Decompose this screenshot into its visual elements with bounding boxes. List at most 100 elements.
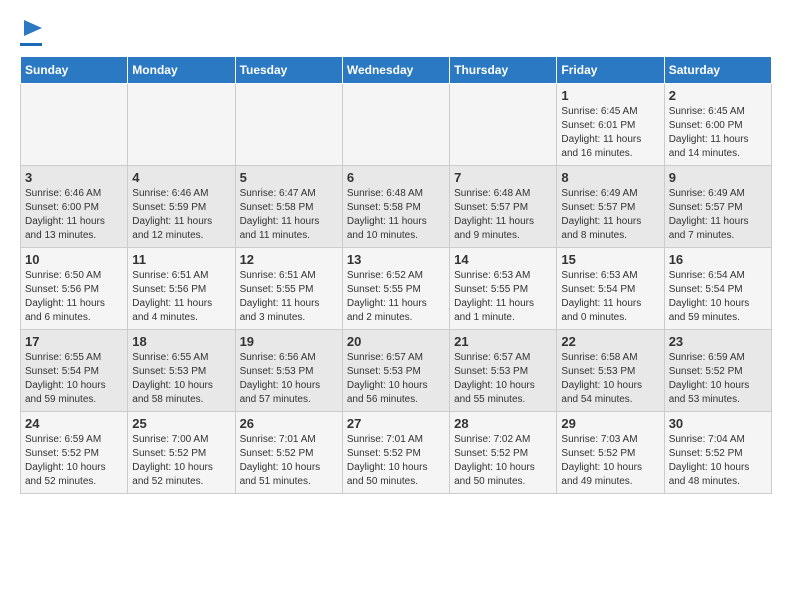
day-info: Sunrise: 6:46 AM Sunset: 5:59 PM Dayligh… xyxy=(132,187,230,243)
day-info: Sunrise: 6:51 AM Sunset: 5:55 PM Dayligh… xyxy=(240,269,338,325)
day-number: 29 xyxy=(561,416,659,431)
calendar-week-row: 24 Sunrise: 6:59 AM Sunset: 5:52 PM Dayli… xyxy=(21,412,772,494)
day-info: Sunrise: 6:50 AM Sunset: 5:56 PM Dayligh… xyxy=(25,269,123,325)
header-friday: Friday xyxy=(557,57,664,84)
day-number: 24 xyxy=(25,416,123,431)
day-info: Sunrise: 7:02 AM Sunset: 5:52 PM Dayligh… xyxy=(454,433,552,489)
page-header xyxy=(20,20,772,46)
calendar-cell: 22 Sunrise: 6:58 AM Sunset: 5:53 PM Dayli… xyxy=(557,330,664,412)
day-number: 18 xyxy=(132,334,230,349)
calendar-cell: 13Sunrise: 6:52 AM Sunset: 5:55 PM Dayli… xyxy=(342,248,449,330)
day-info: Sunrise: 6:54 AM Sunset: 5:54 PM Dayligh… xyxy=(669,269,767,325)
day-number: 1 xyxy=(561,88,659,103)
day-info: Sunrise: 6:58 AM Sunset: 5:53 PM Dayligh… xyxy=(561,351,659,407)
calendar-cell: 27 Sunrise: 7:01 AM Sunset: 5:52 PM Dayli… xyxy=(342,412,449,494)
day-number: 17 xyxy=(25,334,123,349)
day-info: Sunrise: 6:45 AM Sunset: 6:01 PM Dayligh… xyxy=(561,105,659,161)
day-number: 28 xyxy=(454,416,552,431)
calendar-cell: 6 Sunrise: 6:48 AM Sunset: 5:58 PM Daylig… xyxy=(342,166,449,248)
day-info: Sunrise: 6:55 AM Sunset: 5:54 PM Dayligh… xyxy=(25,351,123,407)
day-number: 5 xyxy=(240,170,338,185)
calendar-week-row: 3Sunrise: 6:46 AM Sunset: 6:00 PM Daylig… xyxy=(21,166,772,248)
day-number: 25 xyxy=(132,416,230,431)
calendar-cell: 11Sunrise: 6:51 AM Sunset: 5:56 PM Dayli… xyxy=(128,248,235,330)
day-number: 19 xyxy=(240,334,338,349)
day-number: 16 xyxy=(669,252,767,267)
calendar-cell: 8 Sunrise: 6:49 AM Sunset: 5:57 PM Daylig… xyxy=(557,166,664,248)
day-number: 9 xyxy=(669,170,767,185)
day-number: 22 xyxy=(561,334,659,349)
calendar-cell: 9 Sunrise: 6:49 AM Sunset: 5:57 PM Daylig… xyxy=(664,166,771,248)
header-sunday: Sunday xyxy=(21,57,128,84)
day-info: Sunrise: 6:57 AM Sunset: 5:53 PM Dayligh… xyxy=(454,351,552,407)
day-info: Sunrise: 7:03 AM Sunset: 5:52 PM Dayligh… xyxy=(561,433,659,489)
calendar-week-row: 17 Sunrise: 6:55 AM Sunset: 5:54 PM Dayli… xyxy=(21,330,772,412)
logo-arrow-icon xyxy=(24,20,42,36)
calendar-cell: 17 Sunrise: 6:55 AM Sunset: 5:54 PM Dayli… xyxy=(21,330,128,412)
calendar-cell: 19 Sunrise: 6:56 AM Sunset: 5:53 PM Dayli… xyxy=(235,330,342,412)
day-info: Sunrise: 6:49 AM Sunset: 5:57 PM Dayligh… xyxy=(561,187,659,243)
day-info: Sunrise: 7:01 AM Sunset: 5:52 PM Dayligh… xyxy=(240,433,338,489)
calendar-cell: 10 Sunrise: 6:50 AM Sunset: 5:56 PM Dayli… xyxy=(21,248,128,330)
day-number: 15 xyxy=(561,252,659,267)
day-number: 14 xyxy=(454,252,552,267)
calendar-cell: 2 Sunrise: 6:45 AM Sunset: 6:00 PM Daylig… xyxy=(664,84,771,166)
day-number: 8 xyxy=(561,170,659,185)
calendar-table: SundayMondayTuesdayWednesdayThursdayFrid… xyxy=(20,56,772,494)
calendar-week-row: 1 Sunrise: 6:45 AM Sunset: 6:01 PM Daylig… xyxy=(21,84,772,166)
calendar-cell: 21 Sunrise: 6:57 AM Sunset: 5:53 PM Dayli… xyxy=(450,330,557,412)
day-number: 21 xyxy=(454,334,552,349)
calendar-cell xyxy=(235,84,342,166)
day-info: Sunrise: 6:52 AM Sunset: 5:55 PM Dayligh… xyxy=(347,269,445,325)
day-number: 27 xyxy=(347,416,445,431)
day-info: Sunrise: 6:45 AM Sunset: 6:00 PM Dayligh… xyxy=(669,105,767,161)
logo xyxy=(20,20,42,46)
calendar-cell: 7 Sunrise: 6:48 AM Sunset: 5:57 PM Daylig… xyxy=(450,166,557,248)
calendar-cell: 16 Sunrise: 6:54 AM Sunset: 5:54 PM Dayli… xyxy=(664,248,771,330)
day-number: 2 xyxy=(669,88,767,103)
day-info: Sunrise: 7:04 AM Sunset: 5:52 PM Dayligh… xyxy=(669,433,767,489)
calendar-cell: 20 Sunrise: 6:57 AM Sunset: 5:53 PM Dayli… xyxy=(342,330,449,412)
calendar-header-row: SundayMondayTuesdayWednesdayThursdayFrid… xyxy=(21,57,772,84)
calendar-cell xyxy=(450,84,557,166)
calendar-cell: 5 Sunrise: 6:47 AM Sunset: 5:58 PM Daylig… xyxy=(235,166,342,248)
day-info: Sunrise: 6:49 AM Sunset: 5:57 PM Dayligh… xyxy=(669,187,767,243)
calendar-cell xyxy=(342,84,449,166)
header-wednesday: Wednesday xyxy=(342,57,449,84)
logo-underline xyxy=(20,43,42,46)
calendar-cell: 15 Sunrise: 6:53 AM Sunset: 5:54 PM Dayli… xyxy=(557,248,664,330)
day-info: Sunrise: 6:48 AM Sunset: 5:58 PM Dayligh… xyxy=(347,187,445,243)
day-info: Sunrise: 6:53 AM Sunset: 5:54 PM Dayligh… xyxy=(561,269,659,325)
day-info: Sunrise: 6:56 AM Sunset: 5:53 PM Dayligh… xyxy=(240,351,338,407)
calendar-cell: 30 Sunrise: 7:04 AM Sunset: 5:52 PM Dayli… xyxy=(664,412,771,494)
calendar-cell: 29 Sunrise: 7:03 AM Sunset: 5:52 PM Dayli… xyxy=(557,412,664,494)
calendar-cell: 12 Sunrise: 6:51 AM Sunset: 5:55 PM Dayli… xyxy=(235,248,342,330)
day-info: Sunrise: 6:47 AM Sunset: 5:58 PM Dayligh… xyxy=(240,187,338,243)
calendar-cell: 26Sunrise: 7:01 AM Sunset: 5:52 PM Dayli… xyxy=(235,412,342,494)
day-number: 4 xyxy=(132,170,230,185)
calendar-cell: 25 Sunrise: 7:00 AM Sunset: 5:52 PM Dayli… xyxy=(128,412,235,494)
calendar-cell: 23Sunrise: 6:59 AM Sunset: 5:52 PM Dayli… xyxy=(664,330,771,412)
calendar-cell xyxy=(21,84,128,166)
day-info: Sunrise: 7:01 AM Sunset: 5:52 PM Dayligh… xyxy=(347,433,445,489)
day-number: 12 xyxy=(240,252,338,267)
header-thursday: Thursday xyxy=(450,57,557,84)
calendar-cell: 14 Sunrise: 6:53 AM Sunset: 5:55 PM Dayli… xyxy=(450,248,557,330)
day-number: 30 xyxy=(669,416,767,431)
day-info: Sunrise: 6:48 AM Sunset: 5:57 PM Dayligh… xyxy=(454,187,552,243)
calendar-cell: 18 Sunrise: 6:55 AM Sunset: 5:53 PM Dayli… xyxy=(128,330,235,412)
day-info: Sunrise: 6:51 AM Sunset: 5:56 PM Dayligh… xyxy=(132,269,230,325)
day-info: Sunrise: 6:57 AM Sunset: 5:53 PM Dayligh… xyxy=(347,351,445,407)
calendar-cell: 4 Sunrise: 6:46 AM Sunset: 5:59 PM Daylig… xyxy=(128,166,235,248)
day-number: 10 xyxy=(25,252,123,267)
day-info: Sunrise: 6:55 AM Sunset: 5:53 PM Dayligh… xyxy=(132,351,230,407)
header-tuesday: Tuesday xyxy=(235,57,342,84)
header-monday: Monday xyxy=(128,57,235,84)
day-number: 3 xyxy=(25,170,123,185)
day-number: 20 xyxy=(347,334,445,349)
day-info: Sunrise: 7:00 AM Sunset: 5:52 PM Dayligh… xyxy=(132,433,230,489)
day-number: 7 xyxy=(454,170,552,185)
day-info: Sunrise: 6:53 AM Sunset: 5:55 PM Dayligh… xyxy=(454,269,552,325)
day-number: 6 xyxy=(347,170,445,185)
day-info: Sunrise: 6:59 AM Sunset: 5:52 PM Dayligh… xyxy=(25,433,123,489)
